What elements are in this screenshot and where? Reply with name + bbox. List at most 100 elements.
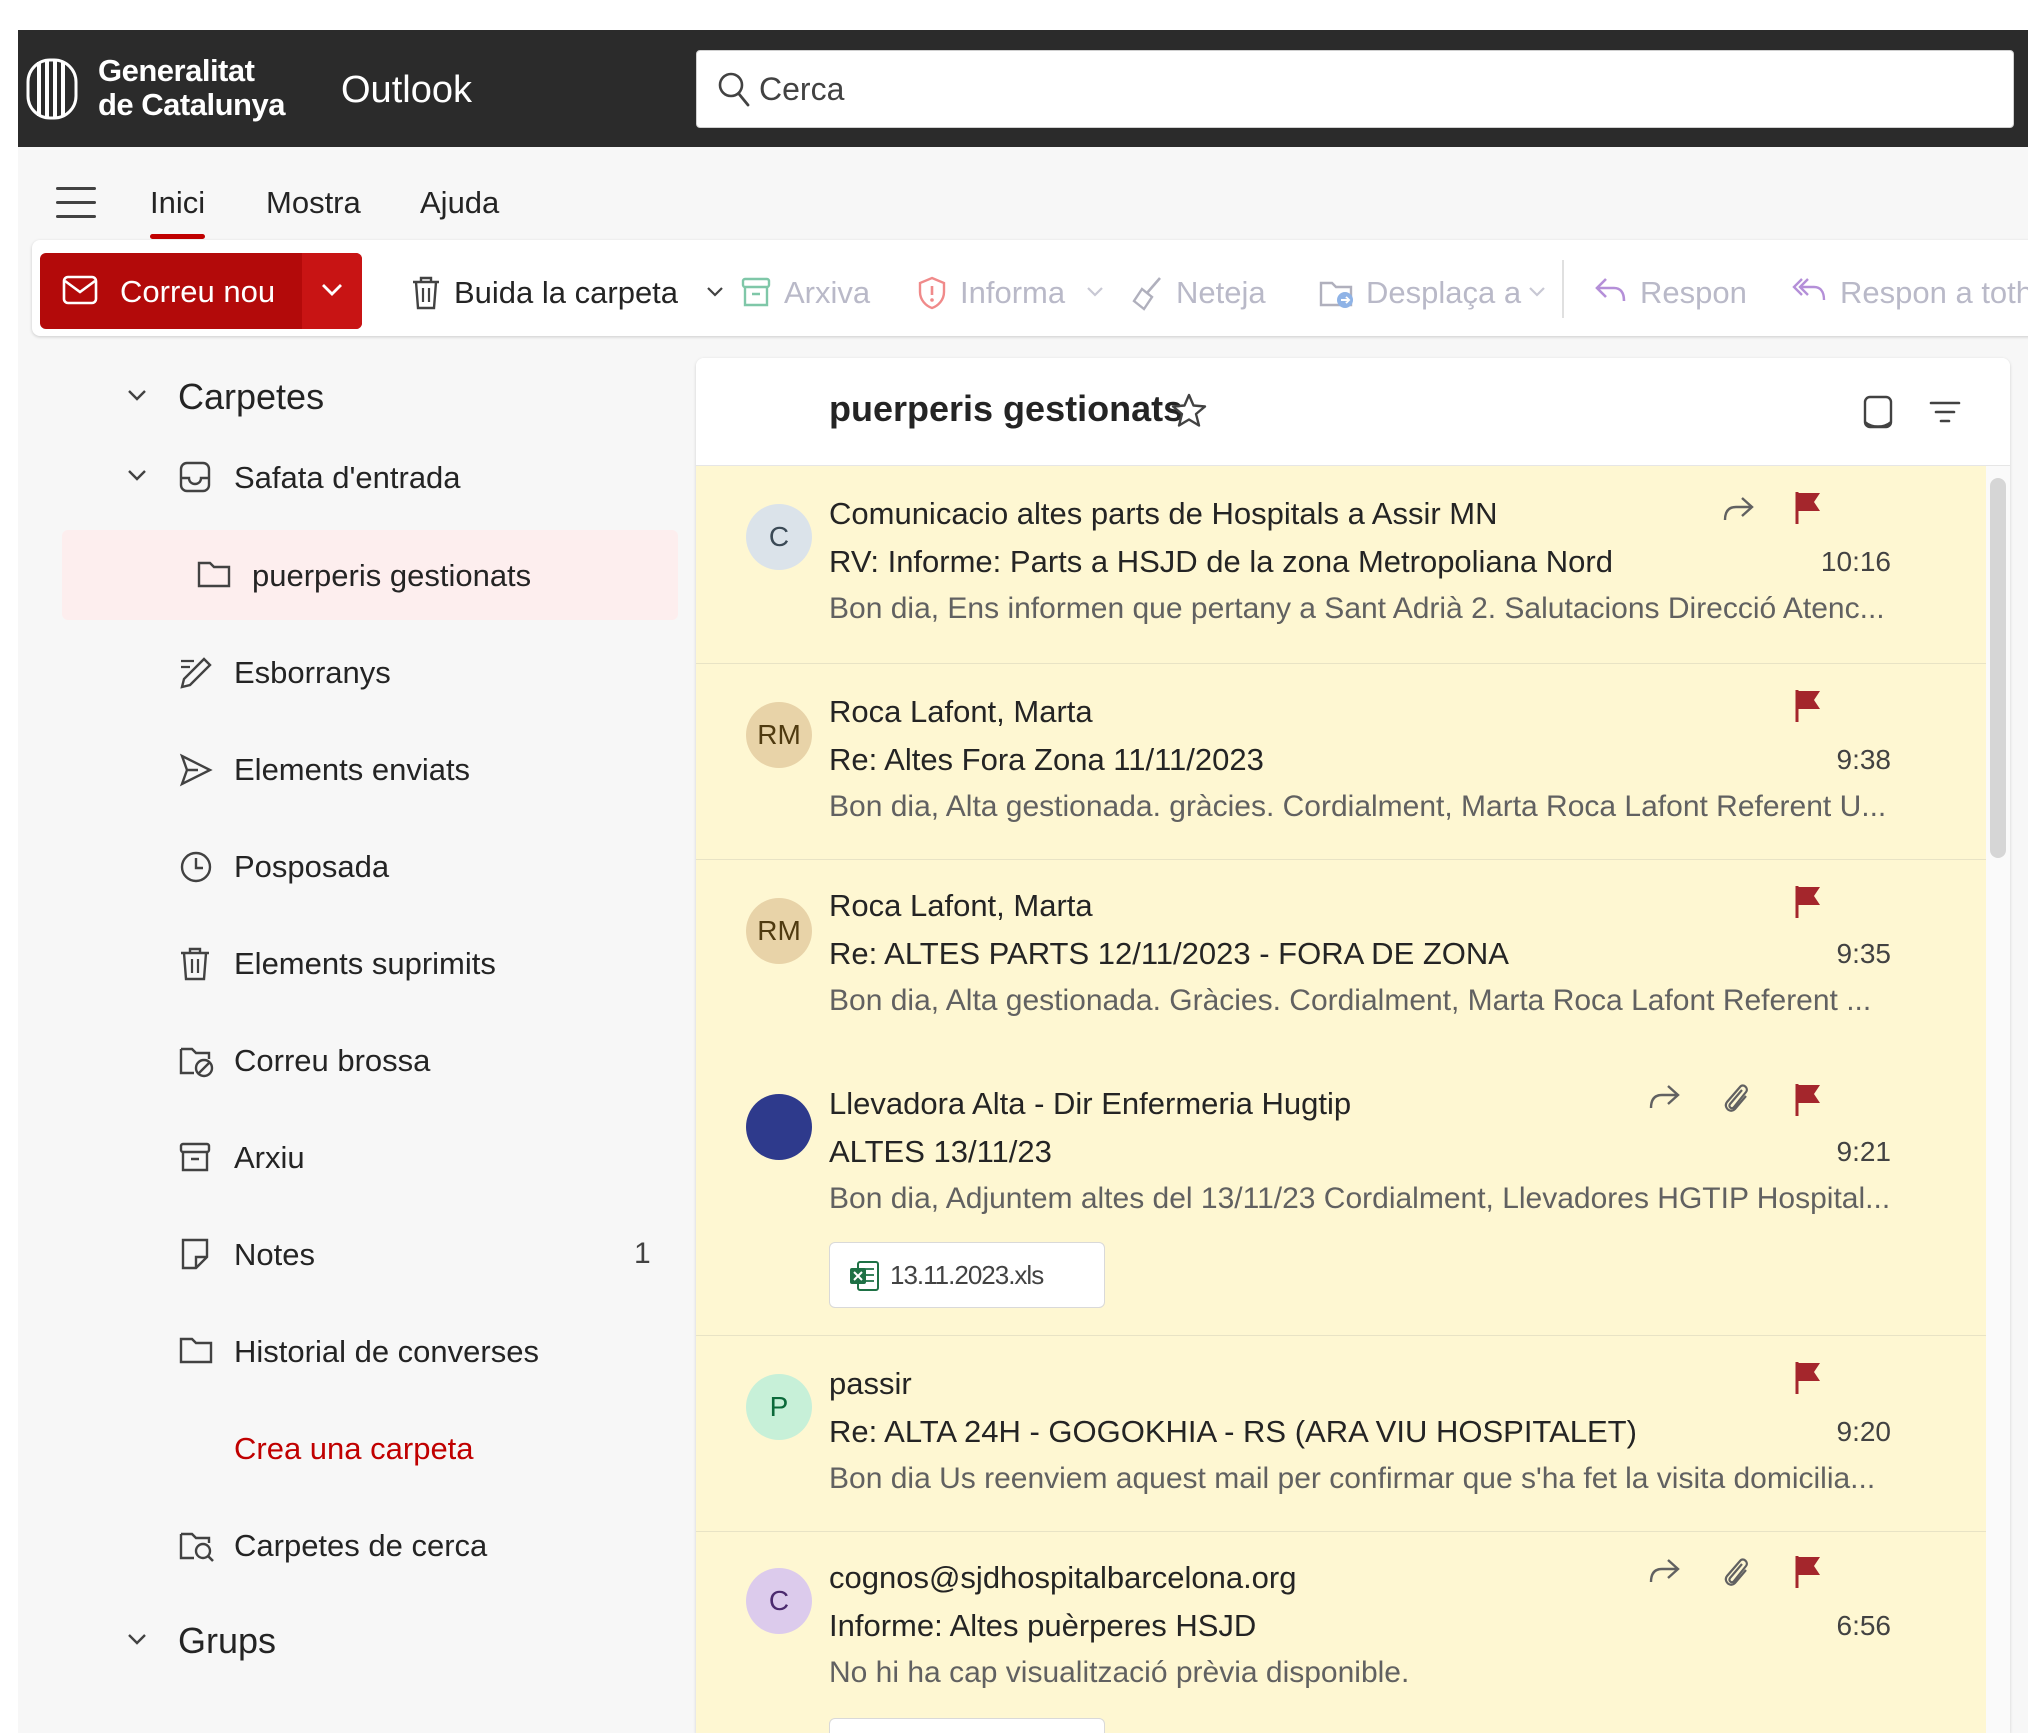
new-mail-dropdown[interactable] — [302, 253, 362, 329]
message-preview: Bon dia, Alta gestionada. Gràcies. Cordi… — [829, 984, 1872, 1017]
archive-button[interactable]: Arxiva — [740, 253, 870, 329]
avatar: RM — [746, 702, 812, 768]
unread-count: 1 — [634, 1237, 651, 1270]
flag-icon[interactable] — [1792, 490, 1824, 526]
filter-icon[interactable] — [1928, 398, 1962, 428]
archive-icon — [741, 277, 771, 307]
new-mail-button[interactable]: Correu nou — [40, 253, 302, 329]
avatar: P — [746, 1374, 812, 1440]
folder-move-icon — [1319, 281, 1353, 308]
message-item[interactable]: C cognos@sjdhospitalbarcelona.org Inform… — [696, 1532, 1986, 1733]
search-folder-icon — [179, 1532, 214, 1562]
broom-icon — [1132, 277, 1161, 311]
folder-drafts[interactable]: Esborranys — [62, 627, 678, 717]
search-icon — [718, 72, 750, 107]
ribbon-toolbar: Correu nou Buida la carpeta Arxiva Infor… — [32, 240, 2028, 336]
generalitat-logo-icon — [26, 58, 78, 120]
attachment-chip[interactable]: 13.11.2023.xls — [829, 1242, 1105, 1308]
report-button[interactable]: Informa — [916, 253, 1106, 329]
message-item[interactable]: P passir Re: ALTA 24H - GOGOKHIA - RS (A… — [696, 1336, 1986, 1532]
archive-icon — [179, 1142, 211, 1172]
tab-ajuda[interactable]: Ajuda — [420, 185, 499, 221]
message-subject: Re: Altes Fora Zona 11/11/2023 — [829, 742, 1264, 777]
folder-junk[interactable]: Correu brossa — [62, 1015, 678, 1105]
scrollbar-thumb[interactable] — [1990, 478, 2006, 858]
hamburger-menu-icon[interactable] — [56, 187, 96, 221]
folder-title: puerperis gestionats — [829, 388, 1184, 429]
message-item[interactable]: RM Roca Lafont, Marta Re: ALTES PARTS 12… — [696, 860, 1986, 1336]
reply-button[interactable]: Respon — [1594, 253, 1764, 329]
message-time: 9:21 — [1836, 1136, 1892, 1167]
new-mail-label: Correu nou — [120, 274, 276, 309]
tab-mostra[interactable]: Mostra — [266, 185, 361, 221]
chevron-down-icon — [1529, 287, 1545, 297]
send-icon — [179, 753, 213, 787]
create-folder-link[interactable]: Crea una carpeta — [62, 1403, 678, 1493]
groups-section-header[interactable]: Grups — [62, 1596, 678, 1686]
folder-icon — [197, 561, 231, 588]
message-subject: RV: Informe: Parts a HSJD de la zona Met… — [829, 544, 1613, 579]
flag-icon[interactable] — [1792, 1554, 1824, 1590]
app-name[interactable]: Outlook — [341, 68, 472, 112]
folder-notes[interactable]: Notes 1 — [62, 1209, 678, 1299]
message-preview: Bon dia, Adjuntem altes del 13/11/23 Cor… — [829, 1182, 1891, 1215]
folder-snoozed[interactable]: Posposada — [62, 821, 678, 911]
message-subject: Re: ALTA 24H - GOGOKHIA - RS (ARA VIU HO… — [829, 1414, 1637, 1449]
message-time: 6:56 — [1836, 1610, 1892, 1641]
sender-name: Llevadora Alta - Dir Enfermeria Hugtip — [829, 1086, 1352, 1121]
message-subject: ALTES 13/11/23 — [829, 1134, 1052, 1169]
folder-deleted-items[interactable]: Elements suprimits — [62, 918, 678, 1008]
flag-icon[interactable] — [1792, 1082, 1824, 1118]
sender-name: passir — [829, 1366, 912, 1401]
empty-folder-button[interactable]: Buida la carpeta — [410, 253, 730, 329]
clock-icon — [180, 851, 212, 883]
search-input[interactable] — [759, 61, 1959, 117]
folder-archive[interactable]: Arxiu — [62, 1112, 678, 1202]
select-mode-icon[interactable] — [1862, 394, 1896, 432]
sender-name: Roca Lafont, Marta — [829, 694, 1093, 729]
avatar: RM — [746, 898, 812, 964]
folder-search-folders[interactable]: Carpetes de cerca — [62, 1500, 678, 1590]
pencil-icon — [180, 657, 212, 689]
chevron-down-icon — [707, 287, 723, 297]
forward-icon — [1649, 1559, 1680, 1583]
message-list: puerperis gestionats C Comunicacio altes… — [696, 358, 2010, 1733]
search-box[interactable] — [696, 50, 2014, 128]
star-icon[interactable] — [1170, 392, 1208, 430]
move-to-button[interactable]: Desplaça a — [1318, 253, 1548, 329]
avatar: C — [746, 1568, 812, 1634]
flag-icon[interactable] — [1792, 1360, 1824, 1396]
message-preview: Bon dia, Ens informen que pertany a Sant… — [829, 592, 1885, 625]
folder-icon — [179, 1337, 213, 1364]
tab-inici[interactable]: Inici — [150, 185, 206, 239]
sender-name: Comunicacio altes parts de Hospitals a A… — [829, 496, 1498, 531]
generalitat-logo[interactable]: Generalitat de Catalunya — [26, 52, 286, 126]
folder-conversation-history[interactable]: Historial de converses — [62, 1306, 678, 1396]
paperclip-icon — [1724, 1558, 1748, 1586]
new-mail-button-group: Correu nou — [40, 253, 362, 329]
message-item[interactable]: RM Roca Lafont, Marta Re: Altes Fora Zon… — [696, 664, 1986, 860]
avatar: C — [746, 504, 812, 570]
junk-folder-icon — [179, 1047, 214, 1078]
reply-all-button[interactable]: Respon a totho — [1792, 253, 2028, 329]
forward-icon — [1723, 497, 1754, 521]
top-bar: Generalitat de Catalunya Outlook — [18, 30, 2028, 147]
flag-icon[interactable] — [1792, 688, 1824, 724]
folder-sent-items[interactable]: Elements enviats — [62, 724, 678, 814]
folder-inbox[interactable]: Safata d'entrada — [62, 432, 678, 522]
flag-icon[interactable] — [1792, 884, 1824, 920]
outlook-window: Generalitat de Catalunya Outlook Inici M… — [18, 30, 2028, 1733]
mail-icon — [62, 275, 98, 305]
message-item[interactable]: C Comunicacio altes parts de Hospitals a… — [696, 466, 1986, 664]
chevron-down-icon — [128, 470, 146, 481]
attachment-chip[interactable] — [829, 1718, 1105, 1733]
message-preview: Bon dia, Alta gestionada. gràcies. Cordi… — [829, 790, 1887, 823]
avatar — [746, 1094, 812, 1160]
reply-all-icon — [1792, 278, 1826, 301]
folders-section-header[interactable]: Carpetes — [62, 352, 678, 442]
folder-puerperis-gestionats[interactable]: puerperis gestionats — [62, 530, 678, 620]
forward-icon — [1649, 1085, 1680, 1109]
sweep-button[interactable]: Neteja — [1130, 253, 1280, 329]
shield-icon — [918, 276, 946, 310]
message-time: 10:16 — [1820, 546, 1891, 577]
